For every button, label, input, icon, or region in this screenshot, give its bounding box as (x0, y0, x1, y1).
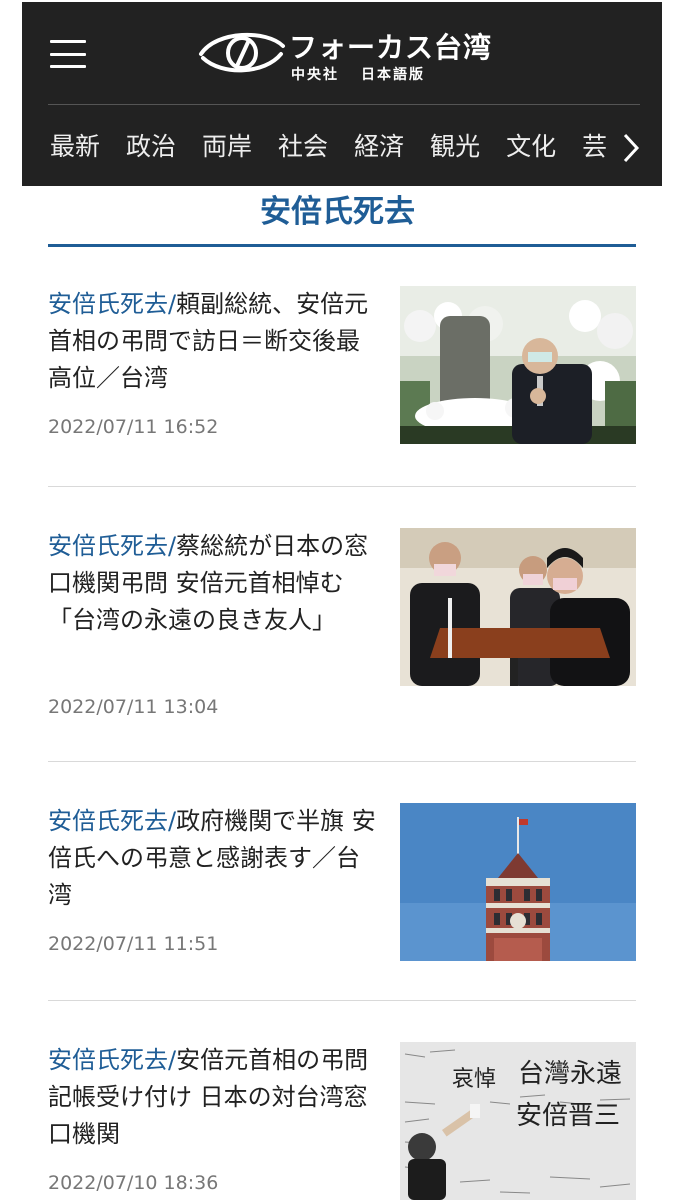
nav-item-tourism[interactable]: 観光 (430, 130, 480, 164)
article-headline[interactable]: 安倍氏死去/蔡総統が日本の窓口機関弔問 安倍元首相悼む「台湾の永遠の良き友人」 (48, 528, 378, 639)
logo-subtitle-right: 日本語版 (361, 67, 425, 83)
logo-title: フォーカス台湾 (289, 31, 493, 64)
site-logo[interactable]: フォーカス台湾 中央社 日本語版 (197, 24, 497, 84)
article-category[interactable]: 安倍氏死去/ (48, 532, 176, 560)
page-title: 安倍氏死去 (260, 194, 415, 230)
nav-item-culture[interactable]: 文化 (506, 130, 556, 164)
article-thumbnail[interactable] (400, 286, 636, 444)
article-item[interactable]: 安倍氏死去/安倍元首相の弔問記帳受け付け 日本の対台湾窓口機関 2022/07/… (48, 1042, 636, 1200)
board-text-mourning: 哀悼 (452, 1067, 496, 1092)
article-category[interactable]: 安倍氏死去/ (48, 807, 176, 835)
nav-item-economy[interactable]: 経済 (354, 130, 404, 164)
article-thumbnail[interactable] (400, 528, 636, 686)
board-text-taiwan: 台灣永遠 (518, 1059, 622, 1089)
logo-subtitle-left: 中央社 (291, 67, 339, 83)
chevron-right-icon[interactable] (616, 130, 646, 166)
header-divider (48, 104, 640, 105)
article-date: 2022/07/11 13:04 (48, 696, 219, 718)
eye-logo-icon (199, 32, 285, 73)
nav-item-cross-strait[interactable]: 両岸 (202, 130, 252, 164)
article-headline[interactable]: 安倍氏死去/頼副総統、安倍元首相の弔問で訪日＝断交後最高位／台湾 (48, 286, 378, 397)
category-nav: 最新 政治 両岸 社会 経済 観光 文化芸 (50, 130, 610, 170)
article-divider (48, 761, 636, 762)
article-item[interactable]: 安倍氏死去/政府機関で半旗 安倍氏への弔意と感謝表す／台湾 2022/07/11… (48, 803, 636, 973)
article-item[interactable]: 安倍氏死去/蔡総統が日本の窓口機関弔問 安倍元首相悼む「台湾の永遠の良き友人」 … (48, 528, 636, 728)
article-date: 2022/07/11 11:51 (48, 933, 219, 955)
site-header: フォーカス台湾 中央社 日本語版 最新 政治 両岸 社会 経済 観光 文化芸 (22, 2, 662, 186)
article-category[interactable]: 安倍氏死去/ (48, 1046, 176, 1074)
article-divider (48, 1000, 636, 1001)
article-divider (48, 486, 636, 487)
article-item[interactable]: 安倍氏死去/頼副総統、安倍元首相の弔問で訪日＝断交後最高位／台湾 2022/07… (48, 286, 636, 456)
article-date: 2022/07/10 18:36 (48, 1172, 219, 1194)
nav-item-politics[interactable]: 政治 (126, 130, 176, 164)
nav-item-society[interactable]: 社会 (278, 130, 328, 164)
article-thumbnail[interactable]: 哀悼 台灣永遠 安倍晋三 (400, 1042, 636, 1200)
article-thumbnail[interactable] (400, 803, 636, 961)
article-headline[interactable]: 安倍氏死去/政府機関で半旗 安倍氏への弔意と感謝表す／台湾 (48, 803, 378, 914)
title-underline (48, 244, 636, 247)
nav-item-latest[interactable]: 最新 (50, 130, 100, 164)
article-category[interactable]: 安倍氏死去/ (48, 290, 176, 318)
menu-icon[interactable] (50, 40, 86, 68)
nav-item-arts[interactable]: 芸 (582, 130, 607, 164)
board-text-abe: 安倍晋三 (516, 1101, 620, 1131)
article-headline[interactable]: 安倍氏死去/安倍元首相の弔問記帳受け付け 日本の対台湾窓口機関 (48, 1042, 378, 1153)
logo-subtitle: 中央社 日本語版 (291, 64, 425, 84)
article-date: 2022/07/11 16:52 (48, 416, 219, 438)
